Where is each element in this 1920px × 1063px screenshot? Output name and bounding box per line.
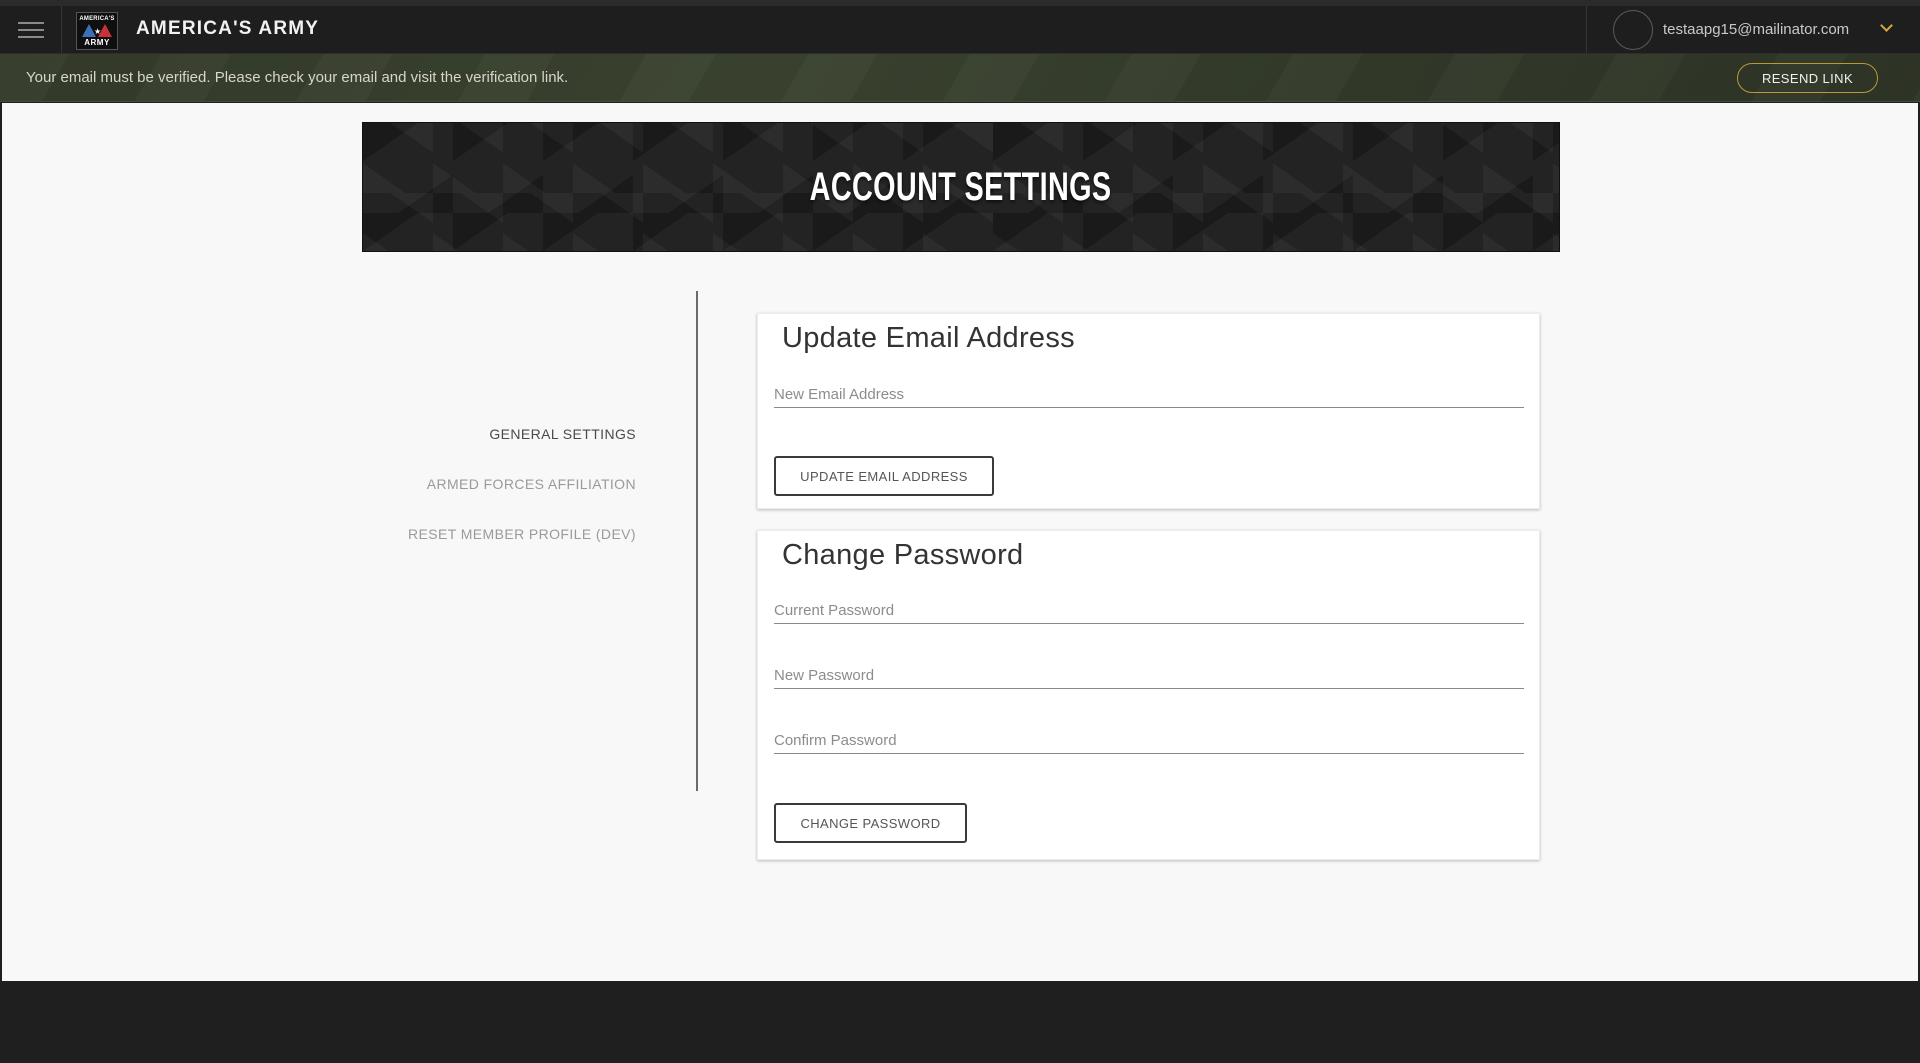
sidebar-item-reset-member-profile[interactable]: RESET MEMBER PROFILE (DEV) bbox=[408, 526, 636, 542]
change-password-title: Change Password bbox=[782, 539, 1024, 571]
new-email-field[interactable] bbox=[774, 382, 1524, 408]
page-title: ACCOUNT SETTINGS bbox=[810, 164, 1112, 209]
main-content: ACCOUNT SETTINGS GENERAL SETTINGS ARMED … bbox=[2, 103, 1918, 981]
menu-button[interactable] bbox=[0, 6, 62, 54]
app-title[interactable]: AMERICA'S ARMY bbox=[136, 18, 319, 40]
change-password-card: Change Password CHANGE PASSWORD bbox=[757, 530, 1540, 860]
confirm-password-field[interactable] bbox=[774, 728, 1524, 754]
hamburger-icon bbox=[17, 17, 44, 43]
update-email-title: Update Email Address bbox=[782, 322, 1075, 354]
user-email[interactable]: testaapg15@mailinator.com bbox=[1663, 21, 1849, 38]
top-bar: AMERICA'S ★ ARMY AMERICA'S ARMY testaapg… bbox=[0, 0, 1920, 54]
update-email-button[interactable]: UPDATE EMAIL ADDRESS bbox=[774, 456, 994, 496]
current-password-field[interactable] bbox=[774, 598, 1524, 624]
verification-message: Your email must be verified. Please chec… bbox=[26, 69, 569, 86]
logo-mark-icon: ★ bbox=[82, 23, 112, 38]
user-menu[interactable]: testaapg15@mailinator.com bbox=[1586, 6, 1920, 54]
chevron-down-icon[interactable] bbox=[1877, 18, 1895, 36]
page-header-banner: ACCOUNT SETTINGS bbox=[362, 122, 1560, 252]
sidebar-item-general-settings[interactable]: GENERAL SETTINGS bbox=[489, 426, 636, 442]
resend-link-button[interactable]: RESEND LINK bbox=[1737, 63, 1878, 93]
sidebar-item-armed-forces-affiliation[interactable]: ARMED FORCES AFFILIATION bbox=[427, 476, 636, 492]
app-frame: AMERICA'S ★ ARMY AMERICA'S ARMY testaapg… bbox=[0, 0, 1920, 1063]
footer bbox=[0, 981, 1920, 1063]
avatar[interactable] bbox=[1613, 10, 1653, 50]
update-email-card: Update Email Address UPDATE EMAIL ADDRES… bbox=[757, 313, 1540, 509]
change-password-button[interactable]: CHANGE PASSWORD bbox=[774, 803, 967, 843]
settings-sidebar: GENERAL SETTINGS ARMED FORCES AFFILIATIO… bbox=[362, 291, 698, 791]
new-password-field[interactable] bbox=[774, 663, 1524, 689]
verification-banner: Your email must be verified. Please chec… bbox=[0, 54, 1920, 102]
americas-army-logo[interactable]: AMERICA'S ★ ARMY bbox=[76, 12, 118, 50]
logo-top-text: AMERICA'S bbox=[79, 15, 115, 22]
logo-bottom-text: ARMY bbox=[84, 37, 110, 47]
